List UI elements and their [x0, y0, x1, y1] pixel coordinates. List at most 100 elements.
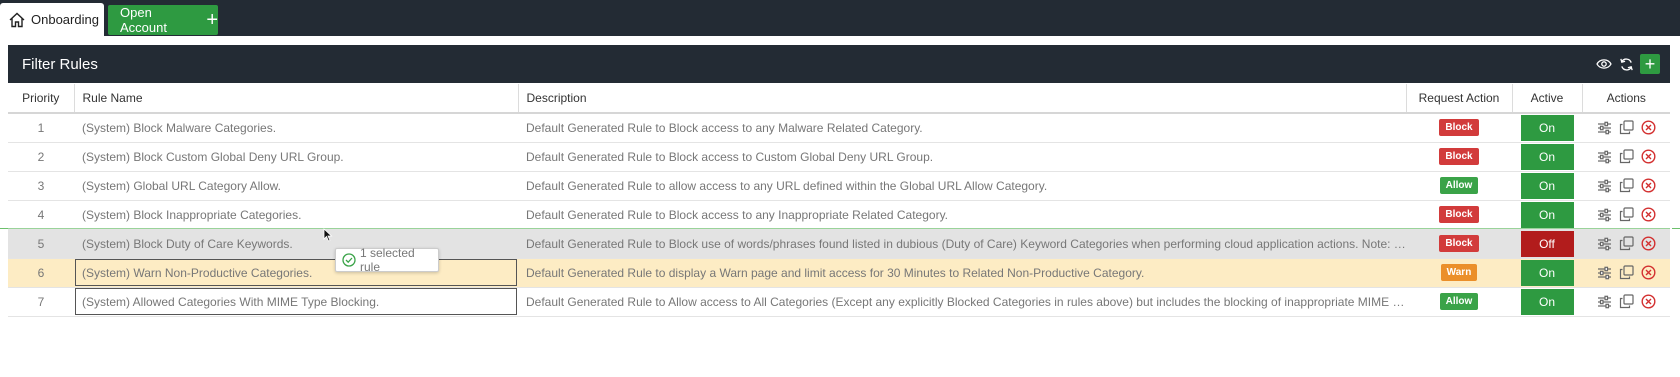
delete-icon[interactable]	[1640, 236, 1656, 252]
cell-request-action: Block	[1406, 113, 1512, 143]
table-row[interactable]: 4 (System) Block Inappropriate Categories…	[8, 200, 1670, 230]
delete-icon[interactable]	[1640, 207, 1656, 223]
cell-request-action: Block	[1406, 200, 1512, 230]
cell-active: On	[1512, 200, 1582, 230]
drop-indicator-right	[1672, 228, 1680, 229]
active-toggle[interactable]: On	[1520, 114, 1574, 141]
sliders-icon[interactable]	[1596, 207, 1612, 223]
cell-description: Default Generated Rule to display a Warn…	[518, 258, 1406, 288]
top-tab-bar: Onboarding Open Account +	[0, 0, 1680, 36]
table-row[interactable]: 1 (System) Block Malware Categories. Defau…	[8, 113, 1670, 143]
check-circle-icon	[342, 253, 356, 267]
cell-rule-name[interactable]: (System) Global URL Category Allow.	[74, 171, 518, 201]
cell-rule-name[interactable]: (System) Warn Non-Productive Categories.	[74, 258, 518, 288]
cell-priority: 6	[8, 258, 74, 288]
cell-priority: 5	[8, 229, 74, 259]
cell-priority: 4	[8, 200, 74, 230]
copy-icon[interactable]	[1618, 149, 1634, 165]
panel-title: Filter Rules	[22, 55, 98, 73]
cell-priority: 1	[8, 113, 74, 143]
column-header-priority[interactable]: Priority	[8, 84, 75, 114]
cell-actions	[1582, 229, 1670, 259]
request-action-badge: Block	[1439, 235, 1479, 252]
sliders-icon[interactable]	[1596, 265, 1612, 281]
column-header-active[interactable]: Active	[1512, 84, 1583, 114]
copy-icon[interactable]	[1618, 178, 1634, 194]
cell-actions	[1582, 258, 1670, 288]
active-toggle[interactable]: On	[1520, 201, 1574, 228]
cell-description: Default Generated Rule to Block use of w…	[518, 229, 1406, 259]
column-header-rule-name[interactable]: Rule Name	[74, 84, 519, 114]
active-toggle[interactable]: On	[1520, 143, 1574, 170]
column-header-actions: Actions	[1582, 84, 1670, 114]
request-action-badge: Warn	[1440, 264, 1478, 281]
drag-tooltip: 1 selected rule	[335, 246, 439, 274]
cell-description: Default Generated Rule to Block access t…	[518, 113, 1406, 143]
request-action-badge: Allow	[1439, 177, 1479, 194]
active-toggle[interactable]: On	[1520, 259, 1574, 286]
cell-active: On	[1512, 287, 1582, 317]
cell-rule-name[interactable]: (System) Block Malware Categories.	[74, 113, 518, 143]
active-toggle[interactable]: On	[1520, 172, 1574, 199]
delete-icon[interactable]	[1640, 178, 1656, 194]
cell-rule-name[interactable]: (System) Block Custom Global Deny URL Gr…	[74, 142, 518, 172]
plus-icon: +	[206, 9, 218, 31]
request-action-badge: Block	[1439, 148, 1479, 165]
cell-description: Default Generated Rule to Block access t…	[518, 142, 1406, 172]
cell-request-action: Block	[1406, 229, 1512, 259]
copy-icon[interactable]	[1618, 207, 1634, 223]
delete-icon[interactable]	[1640, 294, 1656, 310]
drag-tooltip-label: 1 selected rule	[360, 246, 415, 274]
active-toggle[interactable]: Off	[1520, 230, 1574, 257]
table-row[interactable]: 5 (System) Block Duty of Care Keywords. De…	[8, 229, 1670, 259]
drop-indicator-left	[0, 228, 8, 229]
sliders-icon[interactable]	[1596, 236, 1612, 252]
cursor-icon	[323, 228, 333, 247]
eye-icon[interactable]	[1596, 56, 1612, 72]
column-header-description[interactable]: Description	[518, 84, 1407, 114]
panel-header: Filter Rules +	[8, 45, 1670, 83]
column-header-request-action[interactable]: Request Action	[1406, 84, 1513, 114]
cell-actions	[1582, 200, 1670, 230]
copy-icon[interactable]	[1618, 294, 1634, 310]
cell-active: On	[1512, 171, 1582, 201]
cell-priority: 2	[8, 142, 74, 172]
sliders-icon[interactable]	[1596, 149, 1612, 165]
table-row[interactable]: 7 (System) Allowed Categories With MIME T…	[8, 287, 1670, 317]
copy-icon[interactable]	[1618, 265, 1634, 281]
sliders-icon[interactable]	[1596, 178, 1612, 194]
table-row[interactable]: 3 (System) Global URL Category Allow. Defa…	[8, 171, 1670, 201]
copy-icon[interactable]	[1618, 120, 1634, 136]
cell-active: On	[1512, 258, 1582, 288]
request-action-badge: Allow	[1439, 293, 1479, 310]
cell-priority: 7	[8, 287, 74, 317]
delete-icon[interactable]	[1640, 265, 1656, 281]
sliders-icon[interactable]	[1596, 120, 1612, 136]
request-action-badge: Block	[1439, 119, 1479, 137]
cell-request-action: Allow	[1406, 287, 1512, 317]
sliders-icon[interactable]	[1596, 294, 1612, 310]
cell-rule-name[interactable]: (System) Block Inappropriate Categories.	[74, 200, 518, 230]
cell-request-action: Allow	[1406, 171, 1512, 201]
tab-onboarding-label: Onboarding	[31, 12, 99, 27]
refresh-icon[interactable]	[1618, 56, 1634, 72]
active-toggle[interactable]: On	[1520, 288, 1574, 315]
cell-description: Default Generated Rule to allow access t…	[518, 171, 1406, 201]
delete-icon[interactable]	[1640, 120, 1656, 136]
copy-icon[interactable]	[1618, 236, 1634, 252]
filter-rules-table: Priority Rule Name Description Request A…	[8, 84, 1670, 317]
cell-active: On	[1512, 142, 1582, 172]
open-account-button[interactable]: Open Account +	[108, 5, 218, 35]
table-row[interactable]: 2 (System) Block Custom Global Deny URL G…	[8, 142, 1670, 172]
open-account-label: Open Account	[120, 5, 167, 35]
home-icon	[9, 12, 25, 27]
delete-icon[interactable]	[1640, 149, 1656, 165]
cell-priority: 3	[8, 171, 74, 201]
cell-rule-name[interactable]: (System) Allowed Categories With MIME Ty…	[74, 287, 518, 317]
cell-description: Default Generated Rule to Allow access t…	[518, 287, 1406, 317]
cell-request-action: Block	[1406, 142, 1512, 172]
tab-onboarding[interactable]: Onboarding	[0, 3, 104, 36]
table-row[interactable]: 6 (System) Warn Non-Productive Categories…	[8, 258, 1670, 288]
add-rule-button[interactable]: +	[1640, 54, 1660, 74]
cell-rule-name[interactable]: (System) Block Duty of Care Keywords.	[74, 229, 518, 259]
